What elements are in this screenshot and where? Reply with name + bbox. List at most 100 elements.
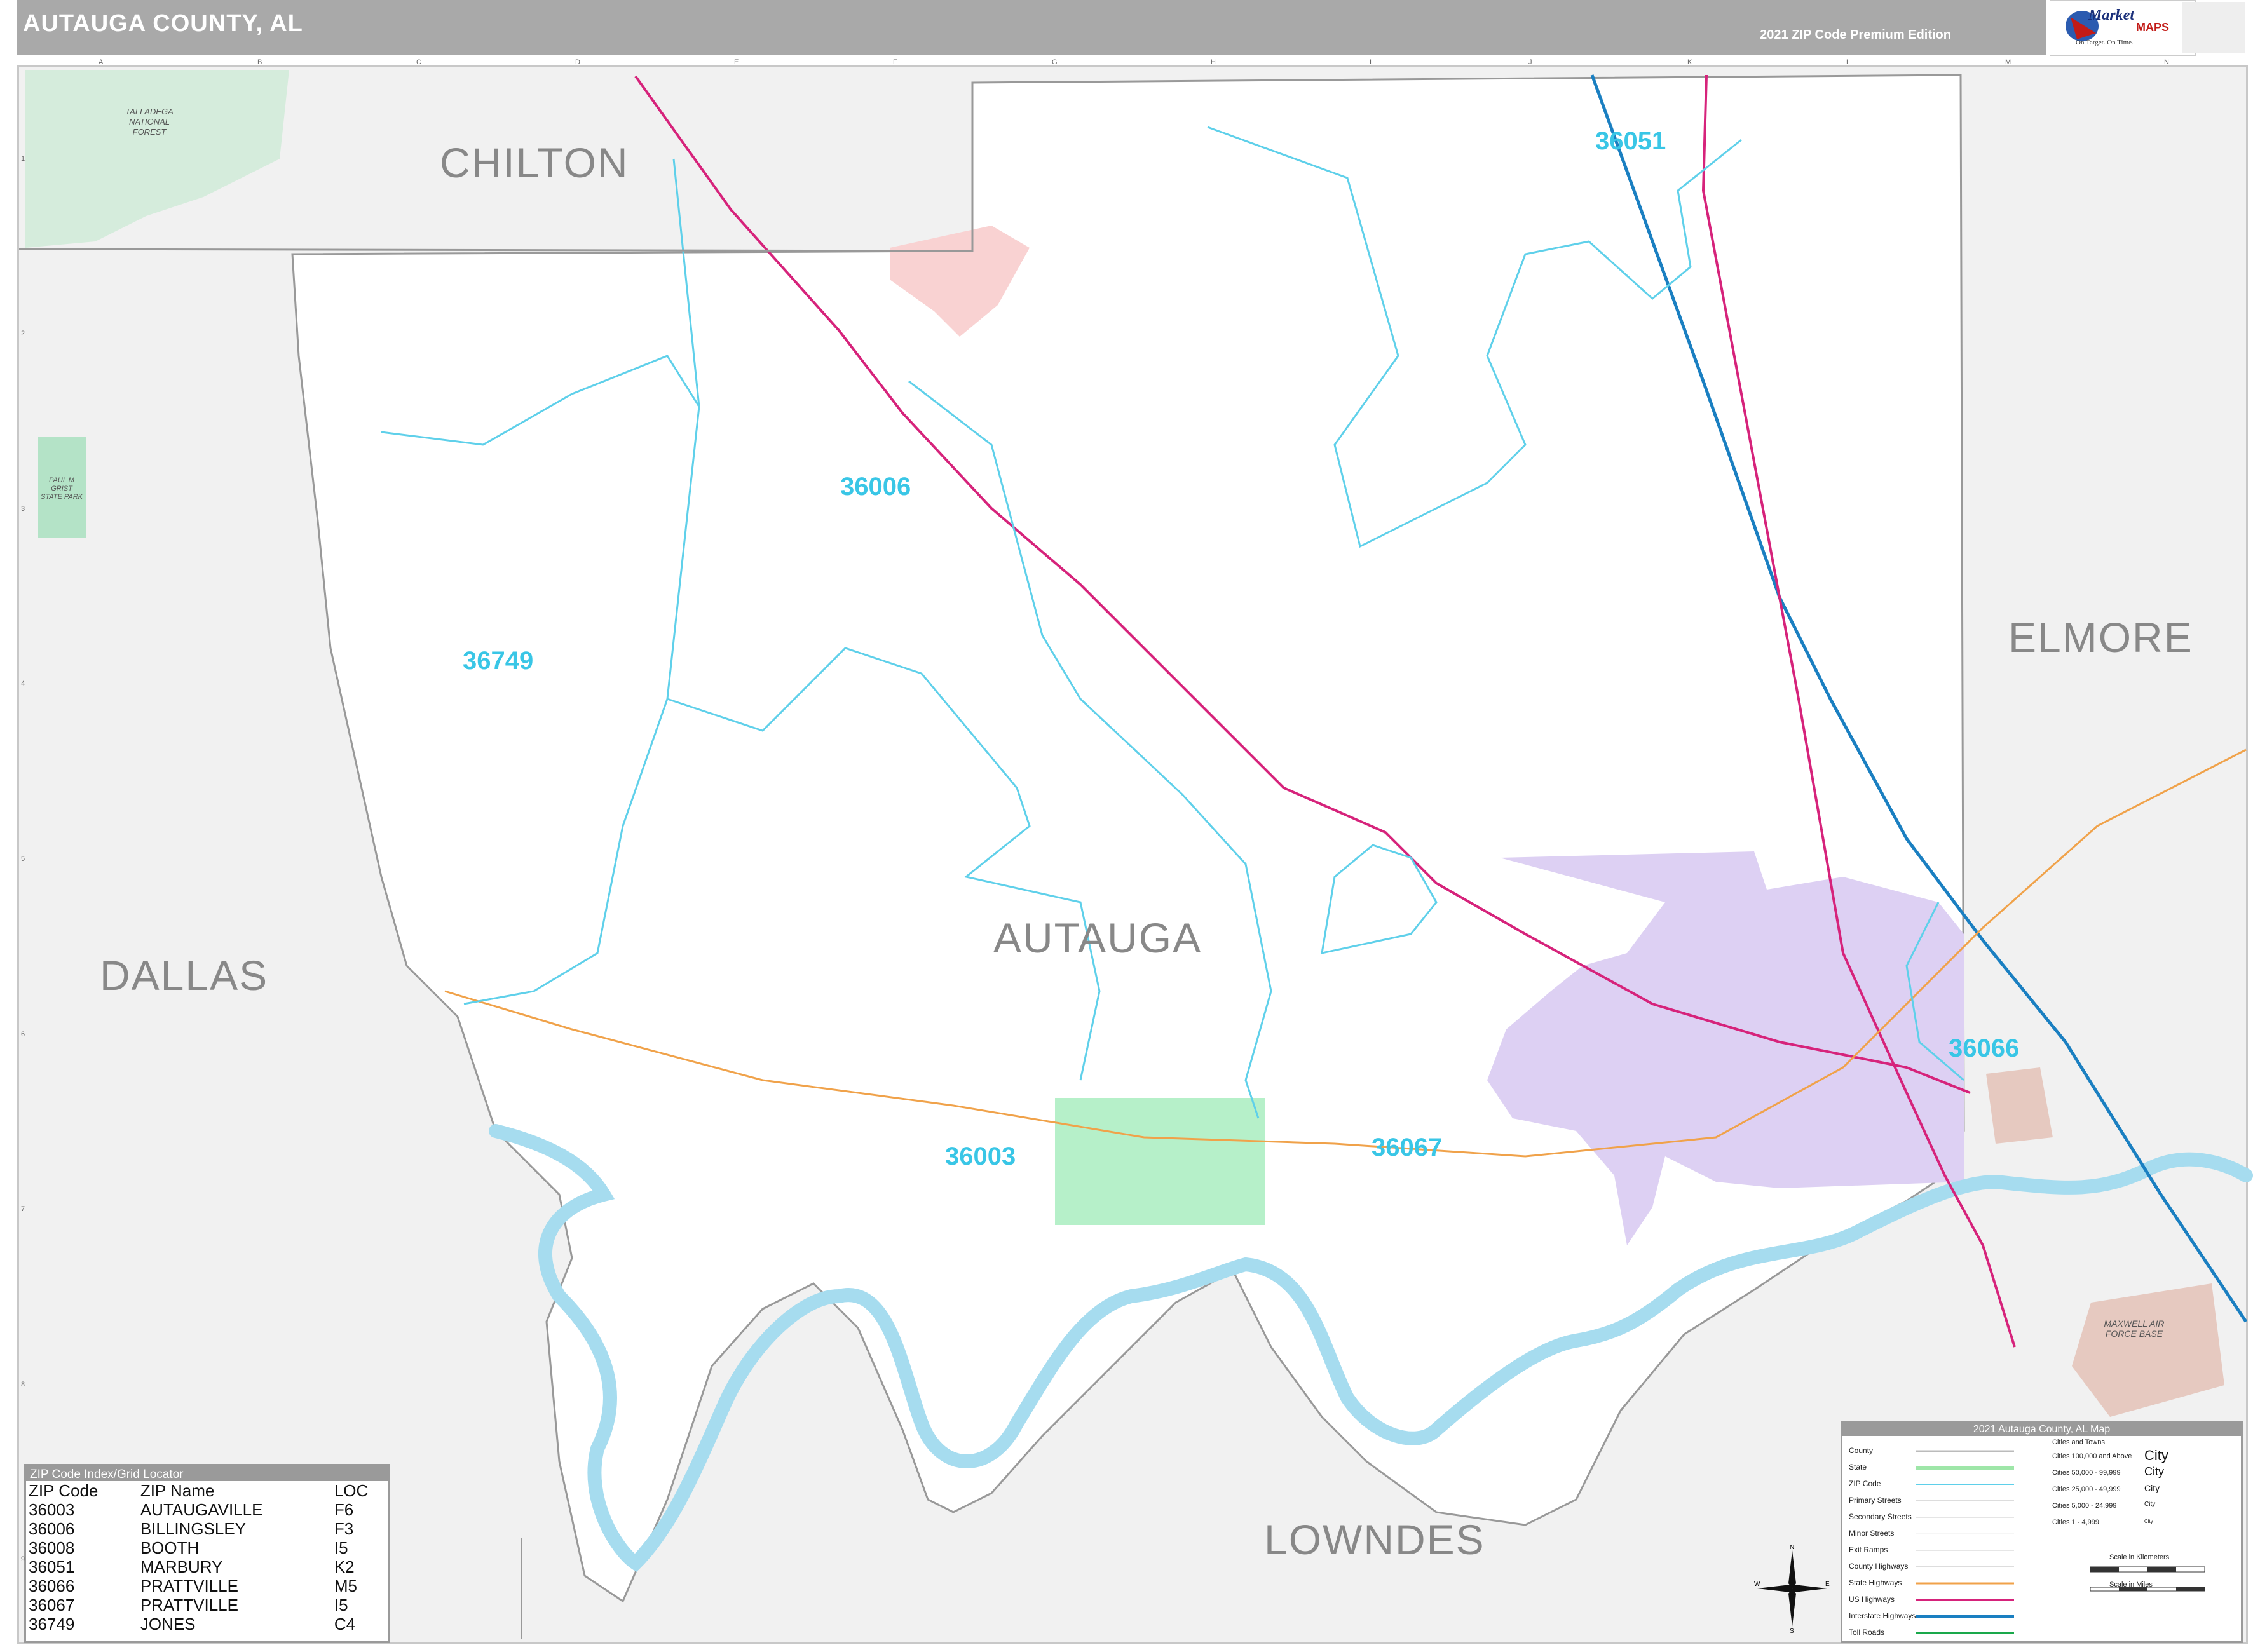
autaugaville-area bbox=[1055, 1098, 1265, 1225]
svg-text:S: S bbox=[1790, 1628, 1794, 1633]
grid-row-label: 2 bbox=[21, 330, 25, 338]
grid-row-label: 6 bbox=[21, 1030, 25, 1038]
table-row: 36003 AUTAUGAVILLE F6 bbox=[26, 1500, 388, 1519]
row-name: BILLINGSLEY bbox=[140, 1519, 247, 1538]
legend-scale-km: Scale in Kilometers bbox=[2109, 1554, 2170, 1561]
legend-cities-header: Cities and Towns bbox=[2052, 1439, 2105, 1446]
maxwell-label: MAXWELL AIR FORCE BASE bbox=[2104, 1318, 2165, 1339]
table-row: 36008 BOOTH I5 bbox=[26, 1538, 388, 1557]
table-header-row: ZIP Code ZIP Name LOC bbox=[26, 1481, 388, 1500]
svg-text:E: E bbox=[1825, 1581, 1830, 1588]
grid-column-label: A bbox=[99, 58, 104, 66]
legend-city-sample: City bbox=[2144, 1501, 2156, 1508]
legend-toll: Toll Roads bbox=[1849, 1628, 1885, 1637]
row-loc: F3 bbox=[334, 1519, 354, 1538]
map-canvas[interactable] bbox=[0, 0, 2253, 1652]
row-loc: F6 bbox=[334, 1500, 354, 1519]
zip-index-panel: ZIP Code Index/Grid Locator ZIP Code ZIP… bbox=[24, 1464, 390, 1643]
legend-city-sample: City bbox=[2144, 1447, 2168, 1463]
table-row: 36749 JONES C4 bbox=[26, 1615, 388, 1634]
table-row: 36051 MARBURY K2 bbox=[26, 1557, 388, 1576]
row-zip: 36066 bbox=[29, 1576, 75, 1595]
row-name: PRATTVILLE bbox=[140, 1595, 238, 1615]
grid-column-label: J bbox=[1528, 58, 1532, 66]
zip-label-36067: 36067 bbox=[1372, 1134, 1443, 1161]
legend-state-hwy: State Highways bbox=[1849, 1578, 1902, 1587]
grid-column-label: D bbox=[575, 58, 580, 66]
row-zip: 36749 bbox=[29, 1615, 75, 1634]
svg-text:W: W bbox=[1754, 1581, 1760, 1588]
table-row: 36067 PRATTVILLE I5 bbox=[26, 1595, 388, 1615]
zip-label-36749: 36749 bbox=[463, 647, 534, 675]
row-loc: M5 bbox=[334, 1576, 357, 1595]
row-loc: C4 bbox=[334, 1615, 356, 1634]
legend-city-range: Cities 50,000 - 99,999 bbox=[2052, 1469, 2121, 1477]
legend-city-range: Cities 25,000 - 49,999 bbox=[2052, 1486, 2121, 1493]
legend-state: State bbox=[1849, 1463, 1867, 1472]
row-zip: 36003 bbox=[29, 1500, 75, 1519]
grid-column-label: C bbox=[416, 58, 421, 66]
grid-row-label: 9 bbox=[21, 1555, 25, 1564]
grid-row-label: 5 bbox=[21, 855, 25, 863]
row-name: MARBURY bbox=[140, 1557, 223, 1576]
grid-row-label: 8 bbox=[21, 1380, 25, 1388]
zip-index-table: ZIP Code ZIP Name LOC 36003 AUTAUGAVILLE F… bbox=[26, 1481, 388, 1634]
legend-city-sample: City bbox=[2144, 1465, 2164, 1478]
grid-row-label: 1 bbox=[21, 154, 25, 163]
grid-column-label: G bbox=[1052, 58, 1058, 66]
county-label-elmore: ELMORE bbox=[2008, 614, 2193, 661]
grid-column-label: N bbox=[2164, 58, 2169, 66]
grid-row-label: 4 bbox=[21, 680, 25, 688]
row-zip: 36051 bbox=[29, 1557, 75, 1576]
scale-bar bbox=[2090, 1566, 2205, 1592]
grid-column-label: M bbox=[2005, 58, 2011, 66]
grid-column-label: L bbox=[1846, 58, 1851, 66]
table-row: 36066 PRATTVILLE M5 bbox=[26, 1576, 388, 1595]
grid-row-label: 7 bbox=[21, 1205, 25, 1214]
legend-city-range: Cities 1 - 4,999 bbox=[2052, 1519, 2099, 1526]
legend-county-hwy: County Highways bbox=[1849, 1562, 1909, 1571]
county-label-chilton: CHILTON bbox=[440, 139, 629, 186]
zip-label-36066: 36066 bbox=[1949, 1034, 2020, 1062]
row-zip: 36067 bbox=[29, 1595, 75, 1615]
row-loc: K2 bbox=[334, 1557, 355, 1576]
svg-text:N: N bbox=[1790, 1544, 1794, 1551]
row-loc: I5 bbox=[334, 1595, 348, 1615]
header-loc: LOC bbox=[334, 1481, 369, 1500]
talladega-label: TALLADEGA NATIONAL FOREST bbox=[125, 107, 174, 137]
legend-panel: 2021 Autauga County, AL Map County State… bbox=[1841, 1421, 2243, 1643]
grid-column-label: B bbox=[257, 58, 262, 66]
legend-exit: Exit Ramps bbox=[1849, 1545, 1888, 1554]
legend-city-range: Cities 5,000 - 24,999 bbox=[2052, 1502, 2117, 1510]
county-label-dallas: DALLAS bbox=[100, 952, 269, 999]
legend-city-sample: City bbox=[2144, 1483, 2160, 1493]
grid-column-label: F bbox=[893, 58, 897, 66]
grid-column-label: I bbox=[1370, 58, 1372, 66]
row-zip: 36006 bbox=[29, 1519, 75, 1538]
grist-label: PAUL M GRIST STATE PARK bbox=[40, 477, 83, 501]
legend-secondary: Secondary Streets bbox=[1849, 1512, 1912, 1521]
legend-zip: ZIP Code bbox=[1849, 1479, 1881, 1488]
legend-city-range: Cities 100,000 and Above bbox=[2052, 1452, 2132, 1460]
row-zip: 36008 bbox=[29, 1538, 75, 1557]
grid-row-label: 3 bbox=[21, 504, 25, 513]
county-label-autauga: AUTAUGA bbox=[993, 914, 1202, 961]
row-name: AUTAUGAVILLE bbox=[140, 1500, 263, 1519]
zip-label-36051: 36051 bbox=[1595, 127, 1666, 155]
grid-column-label: E bbox=[734, 58, 739, 66]
zip-index-title: ZIP Code Index/Grid Locator bbox=[26, 1466, 388, 1481]
legend-primary: Primary Streets bbox=[1849, 1496, 1902, 1505]
legend-minor: Minor Streets bbox=[1849, 1529, 1895, 1538]
grid-column-label: H bbox=[1211, 58, 1216, 66]
county-label-lowndes: LOWNDES bbox=[1264, 1516, 1485, 1563]
legend-county: County bbox=[1849, 1446, 1874, 1455]
legend-city-sample: City bbox=[2144, 1519, 2153, 1524]
zip-label-36003: 36003 bbox=[945, 1142, 1016, 1170]
row-loc: I5 bbox=[334, 1538, 348, 1557]
row-name: PRATTVILLE bbox=[140, 1576, 238, 1595]
legend-interstate: Interstate Highways bbox=[1849, 1611, 1916, 1620]
legend-us-hwy: US Highways bbox=[1849, 1595, 1895, 1604]
header-name: ZIP Name bbox=[140, 1481, 215, 1500]
grid-column-label: K bbox=[1687, 58, 1692, 66]
legend-title: 2021 Autauga County, AL Map bbox=[1842, 1423, 2241, 1436]
